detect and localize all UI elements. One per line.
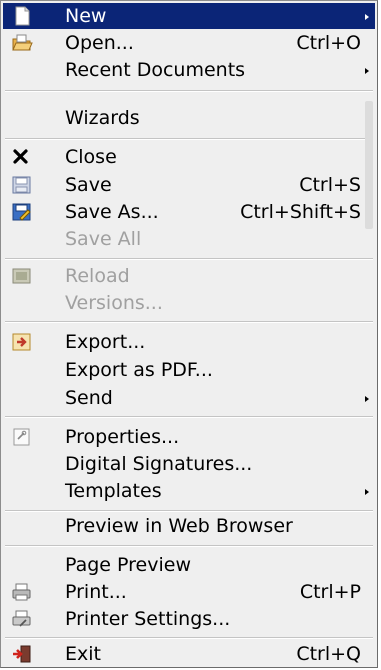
menu-item-properties-label: Properties... xyxy=(65,426,180,448)
menu-separator xyxy=(5,416,373,418)
menu-item-print[interactable]: Print... Ctrl+P xyxy=(3,579,375,605)
open-folder-icon xyxy=(11,33,33,53)
menu-item-reload[interactable]: Reload xyxy=(3,263,375,289)
menu-item-save-all[interactable]: Save All xyxy=(3,226,375,252)
menu-item-exit-label: Exit xyxy=(65,643,101,665)
menu-item-wizards-label: Wizards xyxy=(65,107,140,129)
menu-item-versions-label: Versions... xyxy=(65,292,163,314)
menu-item-templates[interactable]: Templates xyxy=(3,478,375,504)
menu-item-printer-settings[interactable]: Printer Settings... xyxy=(3,606,375,632)
menu-separator xyxy=(5,545,373,547)
menu-item-export-pdf-label: Export as PDF... xyxy=(65,359,213,381)
menu-item-exit-shortcut: Ctrl+Q xyxy=(296,643,361,665)
menu-item-export-label: Export... xyxy=(65,331,146,353)
menu-item-save-label: Save xyxy=(65,174,112,196)
menu-item-recent-documents[interactable]: Recent Documents xyxy=(3,57,375,83)
menu-item-new[interactable]: New xyxy=(3,3,375,29)
menu-item-open-shortcut: Ctrl+O xyxy=(296,32,361,54)
menu-item-versions[interactable]: Versions... xyxy=(3,290,375,316)
menu-item-templates-label: Templates xyxy=(65,480,162,502)
printer-icon xyxy=(11,582,33,602)
new-document-icon xyxy=(11,6,33,26)
menu-item-send-label: Send xyxy=(65,387,113,409)
menu-item-send[interactable]: Send xyxy=(3,385,375,411)
menu-item-reload-label: Reload xyxy=(65,265,130,287)
menu-item-save-as[interactable]: Save As... Ctrl+Shift+S xyxy=(3,199,375,225)
menu-item-save-all-label: Save All xyxy=(65,228,142,250)
properties-icon xyxy=(11,427,33,447)
menu-item-save-shortcut: Ctrl+S xyxy=(299,174,361,196)
menu-item-open[interactable]: Open... Ctrl+O xyxy=(3,30,375,56)
menu-item-save-as-label: Save As... xyxy=(65,201,159,223)
menu-item-export-pdf[interactable]: Export as PDF... xyxy=(3,357,375,383)
menu-item-exit[interactable]: Exit Ctrl+Q xyxy=(3,641,375,667)
menu-separator xyxy=(5,258,373,260)
printer-settings-icon xyxy=(11,609,33,629)
menu-item-open-label: Open... xyxy=(65,32,134,54)
save-as-icon xyxy=(11,202,33,222)
menu-scrollbar-thumb[interactable] xyxy=(365,101,373,229)
menu-item-print-label: Print... xyxy=(65,581,127,603)
menu-item-page-preview-label: Page Preview xyxy=(65,554,191,576)
reload-icon xyxy=(11,266,33,286)
menu-item-page-preview[interactable]: Page Preview xyxy=(3,552,375,578)
exit-icon xyxy=(11,644,33,664)
file-menu: New Open... Ctrl+O Recent Documents Wiza… xyxy=(0,0,378,668)
menu-separator xyxy=(5,321,373,323)
menu-item-close-label: Close xyxy=(65,146,117,168)
menu-item-preview-web-browser[interactable]: Preview in Web Browser xyxy=(3,513,375,539)
menu-item-recent-label: Recent Documents xyxy=(65,59,246,81)
menu-item-close[interactable]: Close xyxy=(3,144,375,170)
menu-separator xyxy=(5,637,373,639)
close-x-icon xyxy=(11,147,33,167)
menu-item-wizards[interactable]: Wizards xyxy=(3,105,375,131)
menu-item-new-label: New xyxy=(65,5,107,27)
export-icon xyxy=(11,332,33,352)
menu-item-print-shortcut: Ctrl+P xyxy=(299,581,361,603)
save-icon xyxy=(11,175,33,195)
menu-item-save[interactable]: Save Ctrl+S xyxy=(3,172,375,198)
menu-item-printer-settings-label: Printer Settings... xyxy=(65,608,231,630)
menu-item-export[interactable]: Export... xyxy=(3,329,375,355)
menu-item-preview-web-label: Preview in Web Browser xyxy=(65,515,293,537)
menu-item-digital-signatures-label: Digital Signatures... xyxy=(65,453,253,475)
menu-separator xyxy=(5,138,373,140)
menu-separator xyxy=(5,510,373,512)
menu-item-save-as-shortcut: Ctrl+Shift+S xyxy=(240,201,361,223)
menu-item-digital-signatures[interactable]: Digital Signatures... xyxy=(3,451,375,477)
menu-separator xyxy=(5,90,373,92)
menu-item-properties[interactable]: Properties... xyxy=(3,424,375,450)
